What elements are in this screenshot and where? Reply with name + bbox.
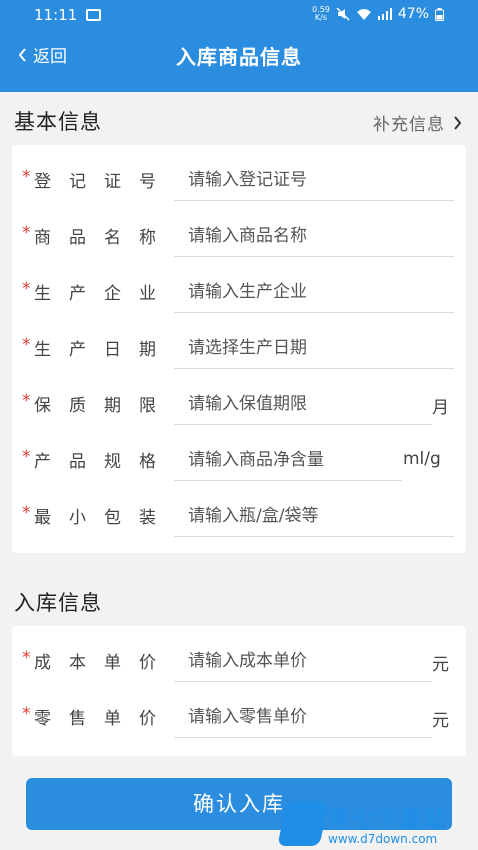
required-mark: * <box>22 704 31 724</box>
cost-price-unit: 元 <box>432 655 449 675</box>
product-name-input[interactable] <box>174 215 454 257</box>
status-indicators: 0.59 K/s 47% <box>312 6 444 22</box>
supplement-info-label: 补充信息 <box>373 115 445 135</box>
field-label: * 产品规格 <box>22 447 156 472</box>
label-text: 产品规格 <box>34 452 156 472</box>
stock-info-card: *成本单价 元 *零售单价 元 <box>12 626 466 756</box>
required-mark: * <box>22 167 31 187</box>
label-text: 最小包装 <box>34 508 156 528</box>
navigation-bar: 返回 入库商品信息 <box>0 30 478 80</box>
shelf-life-unit: 月 <box>432 398 449 418</box>
label-text: 登记证号 <box>34 172 156 192</box>
label-text: 零售单价 <box>34 709 156 729</box>
signal-icon <box>377 8 392 20</box>
header: 11:11 0.59 K/s 47% 返回 入库商品信息 <box>0 0 478 92</box>
field-production-date: * 生产日期 <box>12 317 466 373</box>
manufacturer-input[interactable] <box>174 271 454 313</box>
watermark: 第七下载站 www.d7down.com <box>277 800 478 850</box>
field-label: * 生产企业 <box>22 279 156 304</box>
label-text: 生产日期 <box>34 340 156 360</box>
cost-price-input[interactable] <box>174 640 432 682</box>
registration-no-input[interactable] <box>174 159 454 201</box>
required-mark: * <box>22 503 31 523</box>
required-mark: * <box>22 447 31 467</box>
field-label: * 最小包装 <box>22 503 156 528</box>
field-registration-no: * 登记证号 <box>12 149 466 205</box>
field-label: * 零售单价 <box>22 704 156 729</box>
mute-icon <box>336 7 350 21</box>
supplement-info-link[interactable]: 补充信息 <box>373 110 462 135</box>
field-product-name: * 商品名称 <box>12 205 466 261</box>
label-text: 商品名称 <box>34 228 156 248</box>
retail-price-unit: 元 <box>432 711 449 731</box>
battery-level: 47% <box>397 6 429 22</box>
shelf-life-input[interactable] <box>174 383 432 425</box>
page-title: 入库商品信息 <box>176 45 302 69</box>
speed-unit: K/s <box>314 13 328 22</box>
stock-info-title: 入库信息 <box>14 591 102 615</box>
min-package-input[interactable] <box>174 495 454 537</box>
required-mark: * <box>22 648 31 668</box>
field-manufacturer: * 生产企业 <box>12 261 466 317</box>
field-label: * 登记证号 <box>22 167 156 192</box>
field-label: * 保质期限 <box>22 391 156 416</box>
watermark-logo-icon <box>277 802 329 846</box>
production-date-picker[interactable] <box>174 327 454 369</box>
field-min-package: * 最小包装 <box>12 485 466 541</box>
basic-info-title: 基本信息 <box>14 110 102 134</box>
battery-icon <box>435 7 444 21</box>
label-text: 成本单价 <box>34 653 156 673</box>
wifi-icon <box>356 8 371 20</box>
field-shelf-life: *保质期限 月 <box>12 373 466 429</box>
specification-unit: ml/g <box>403 449 441 469</box>
field-label: * 成本单价 <box>22 648 156 673</box>
network-speed: 0.59 K/s <box>312 6 330 22</box>
field-cost-price: *成本单价 元 <box>12 630 466 686</box>
required-mark: * <box>22 335 31 355</box>
required-mark: * <box>22 391 31 411</box>
retail-price-input[interactable] <box>174 696 432 738</box>
watermark-text: 第七下载站 <box>328 808 449 833</box>
chevron-right-icon <box>454 115 462 130</box>
required-mark: * <box>22 279 31 299</box>
basic-info-card: *登记证号 *商品名称 *生产企业 *生产日期 *保质期限 月 *产品规格 ml… <box>12 145 466 553</box>
status-time: 11:11 <box>34 6 78 24</box>
specification-input[interactable] <box>174 439 402 481</box>
field-retail-price: *零售单价 元 <box>12 686 466 742</box>
status-bar: 11:11 0.59 K/s 47% <box>0 0 478 30</box>
field-label: * 商品名称 <box>22 223 156 248</box>
label-text: 保质期限 <box>34 396 156 416</box>
watermark-url: www.d7down.com <box>328 832 438 846</box>
field-label: * 生产日期 <box>22 335 156 360</box>
field-specification: *产品规格 ml/g <box>12 429 466 485</box>
gallery-icon <box>86 9 101 21</box>
label-text: 生产企业 <box>34 284 156 304</box>
required-mark: * <box>22 223 31 243</box>
